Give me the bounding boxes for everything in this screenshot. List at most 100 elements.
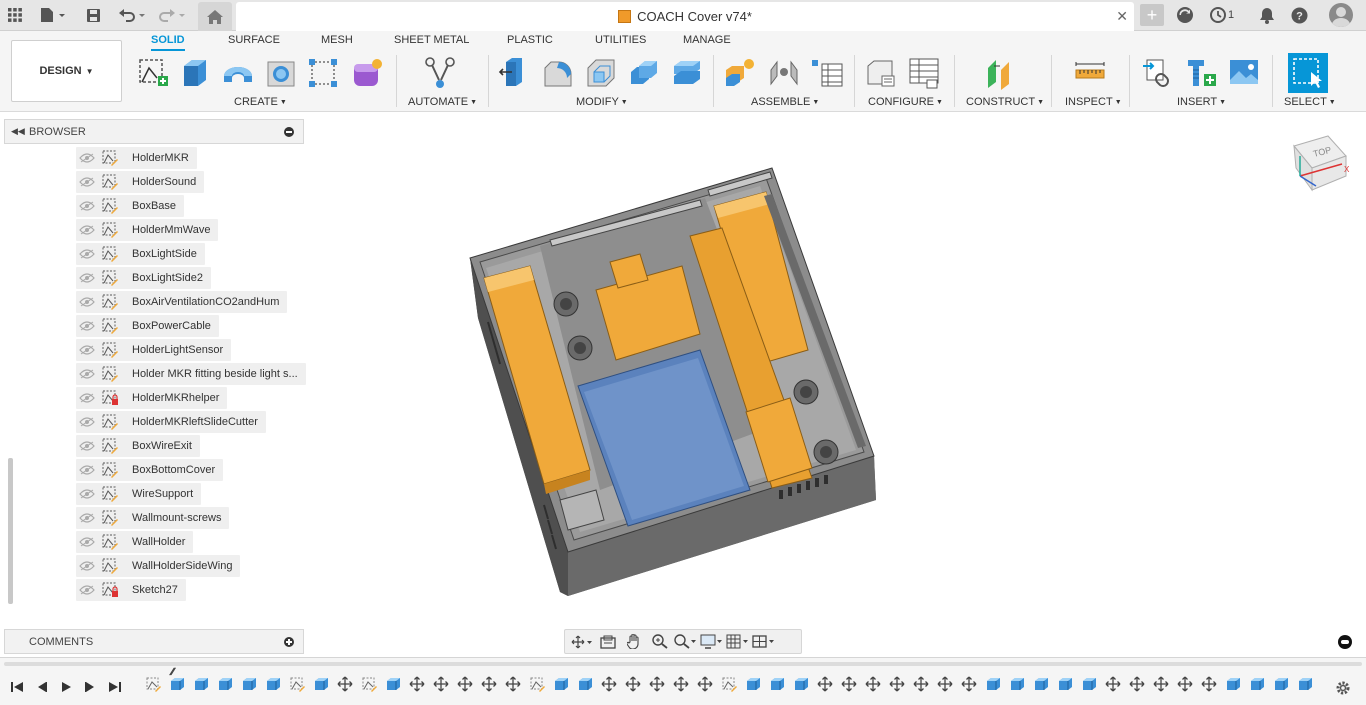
help-icon[interactable]: ? [1291,5,1308,25]
browser-item[interactable]: WallHolderSideWing [76,555,241,577]
browser-item[interactable]: HolderMmWave [76,219,219,241]
visibility-eye-icon[interactable] [76,297,98,307]
document-tab[interactable]: COACH Cover v74* ✕ [236,2,1134,31]
sketch-feature-icon[interactable] [359,674,379,694]
browser-item[interactable]: Wallmount-screws [76,507,230,529]
body-feature-icon[interactable] [791,674,811,694]
browser-item[interactable]: HolderMKRhelper [76,387,228,409]
move-feature-icon[interactable] [839,674,859,694]
viewcube[interactable]: TOP X [1290,134,1352,194]
joint-icon[interactable] [767,56,801,90]
job-status-icon[interactable]: 1 [1210,5,1234,25]
move-feature-icon[interactable] [407,674,427,694]
browser-item[interactable]: HolderLightSensor [76,339,232,361]
close-icon[interactable]: ✕ [1116,8,1128,25]
tab-surface[interactable]: SURFACE [228,34,280,46]
offset-plane-icon[interactable] [984,56,1018,90]
configure-icon[interactable] [864,56,898,90]
browser-item[interactable]: BoxAirVentilationCO2andHum [76,291,288,313]
body-feature-icon[interactable] [575,674,595,694]
visibility-eye-icon[interactable] [76,177,98,187]
construct-group[interactable]: CONSTRUCT ▼ [966,96,1044,108]
move-feature-icon[interactable] [1151,674,1171,694]
move-feature-icon[interactable] [599,674,619,694]
redo-icon[interactable] [158,5,188,25]
visibility-eye-icon[interactable] [76,537,98,547]
step-forward-icon[interactable] [84,680,96,696]
browser-item[interactable]: Holder MKR fitting beside light s... [76,363,306,385]
body-feature-icon[interactable] [743,674,763,694]
visibility-eye-icon[interactable] [76,321,98,331]
browser-item[interactable]: WireSupport [76,483,202,505]
comments-header[interactable]: COMMENTS [4,629,304,654]
new-tab-icon[interactable]: + [1140,4,1164,26]
tab-manage[interactable]: MANAGE [683,34,731,46]
sketch-feature-icon[interactable] [143,674,163,694]
pattern-icon[interactable] [306,56,340,90]
body-feature-icon[interactable] [1223,674,1243,694]
avatar[interactable] [1329,3,1353,27]
move-feature-icon[interactable] [887,674,907,694]
undo-icon[interactable] [118,5,148,25]
pan-hand-icon[interactable] [621,632,647,652]
body-feature-icon[interactable] [1055,674,1075,694]
tab-mesh[interactable]: MESH [321,34,353,46]
visibility-eye-icon[interactable] [76,225,98,235]
visibility-eye-icon[interactable] [76,393,98,403]
visibility-eye-icon[interactable] [76,465,98,475]
body-feature-icon[interactable] [167,674,187,694]
body-feature-icon[interactable] [1295,674,1315,694]
visibility-eye-icon[interactable] [76,561,98,571]
go-to-end-icon[interactable] [108,680,122,696]
tab-solid[interactable]: SOLID [151,34,185,51]
browser-item[interactable]: WallHolder [76,531,194,553]
browser-scrollbar[interactable] [8,148,13,606]
visibility-eye-icon[interactable] [76,585,98,595]
move-feature-icon[interactable] [863,674,883,694]
zoom-icon[interactable] [647,632,673,652]
browser-item[interactable]: BoxLightSide [76,243,205,265]
workspace-switcher[interactable]: DESIGN ▼ [11,40,122,102]
insert-mcmaster-icon[interactable] [1184,56,1218,90]
step-back-icon[interactable] [36,680,48,696]
browser-item[interactable]: BoxWireExit [76,435,200,457]
inspect-group[interactable]: INSPECT ▼ [1065,96,1122,108]
body-feature-icon[interactable] [983,674,1003,694]
visibility-eye-icon[interactable] [76,273,98,283]
look-at-icon[interactable] [595,632,621,652]
visibility-eye-icon[interactable] [76,249,98,259]
tab-plastic[interactable]: PLASTIC [507,34,553,46]
add-comment-icon[interactable] [284,637,294,647]
home-icon[interactable] [198,2,232,31]
body-feature-icon[interactable] [1031,674,1051,694]
move-feature-icon[interactable] [335,674,355,694]
gear-icon[interactable] [1335,680,1351,699]
canvas-viewport[interactable] [310,112,1366,657]
sketch-feature-icon[interactable] [527,674,547,694]
create-form-icon[interactable] [350,56,384,90]
automate-icon[interactable] [423,56,457,90]
extrude-icon[interactable] [178,56,212,90]
grid-settings-icon[interactable] [725,632,751,652]
move-feature-icon[interactable] [1175,674,1195,694]
visibility-eye-icon[interactable] [76,369,98,379]
fillet-icon[interactable] [541,56,575,90]
notifications-icon[interactable] [1259,5,1275,25]
body-feature-icon[interactable] [239,674,259,694]
move-feature-icon[interactable] [455,674,475,694]
assemble-group[interactable]: ASSEMBLE ▼ [751,96,819,108]
body-feature-icon[interactable] [311,674,331,694]
visibility-eye-icon[interactable] [76,417,98,427]
bill-of-materials-icon[interactable] [810,56,844,90]
move-feature-icon[interactable] [1199,674,1219,694]
viewports-icon[interactable] [751,632,777,652]
tab-sheet-metal[interactable]: SHEET METAL [394,34,469,46]
visibility-eye-icon[interactable] [76,345,98,355]
browser-item[interactable]: Sketch27 [76,579,186,601]
body-feature-icon[interactable] [191,674,211,694]
scrollbar-thumb[interactable] [8,458,13,604]
move-feature-icon[interactable] [935,674,955,694]
revolve-icon[interactable] [221,56,255,90]
configure-group[interactable]: CONFIGURE ▼ [868,96,943,108]
file-icon[interactable] [40,5,66,25]
